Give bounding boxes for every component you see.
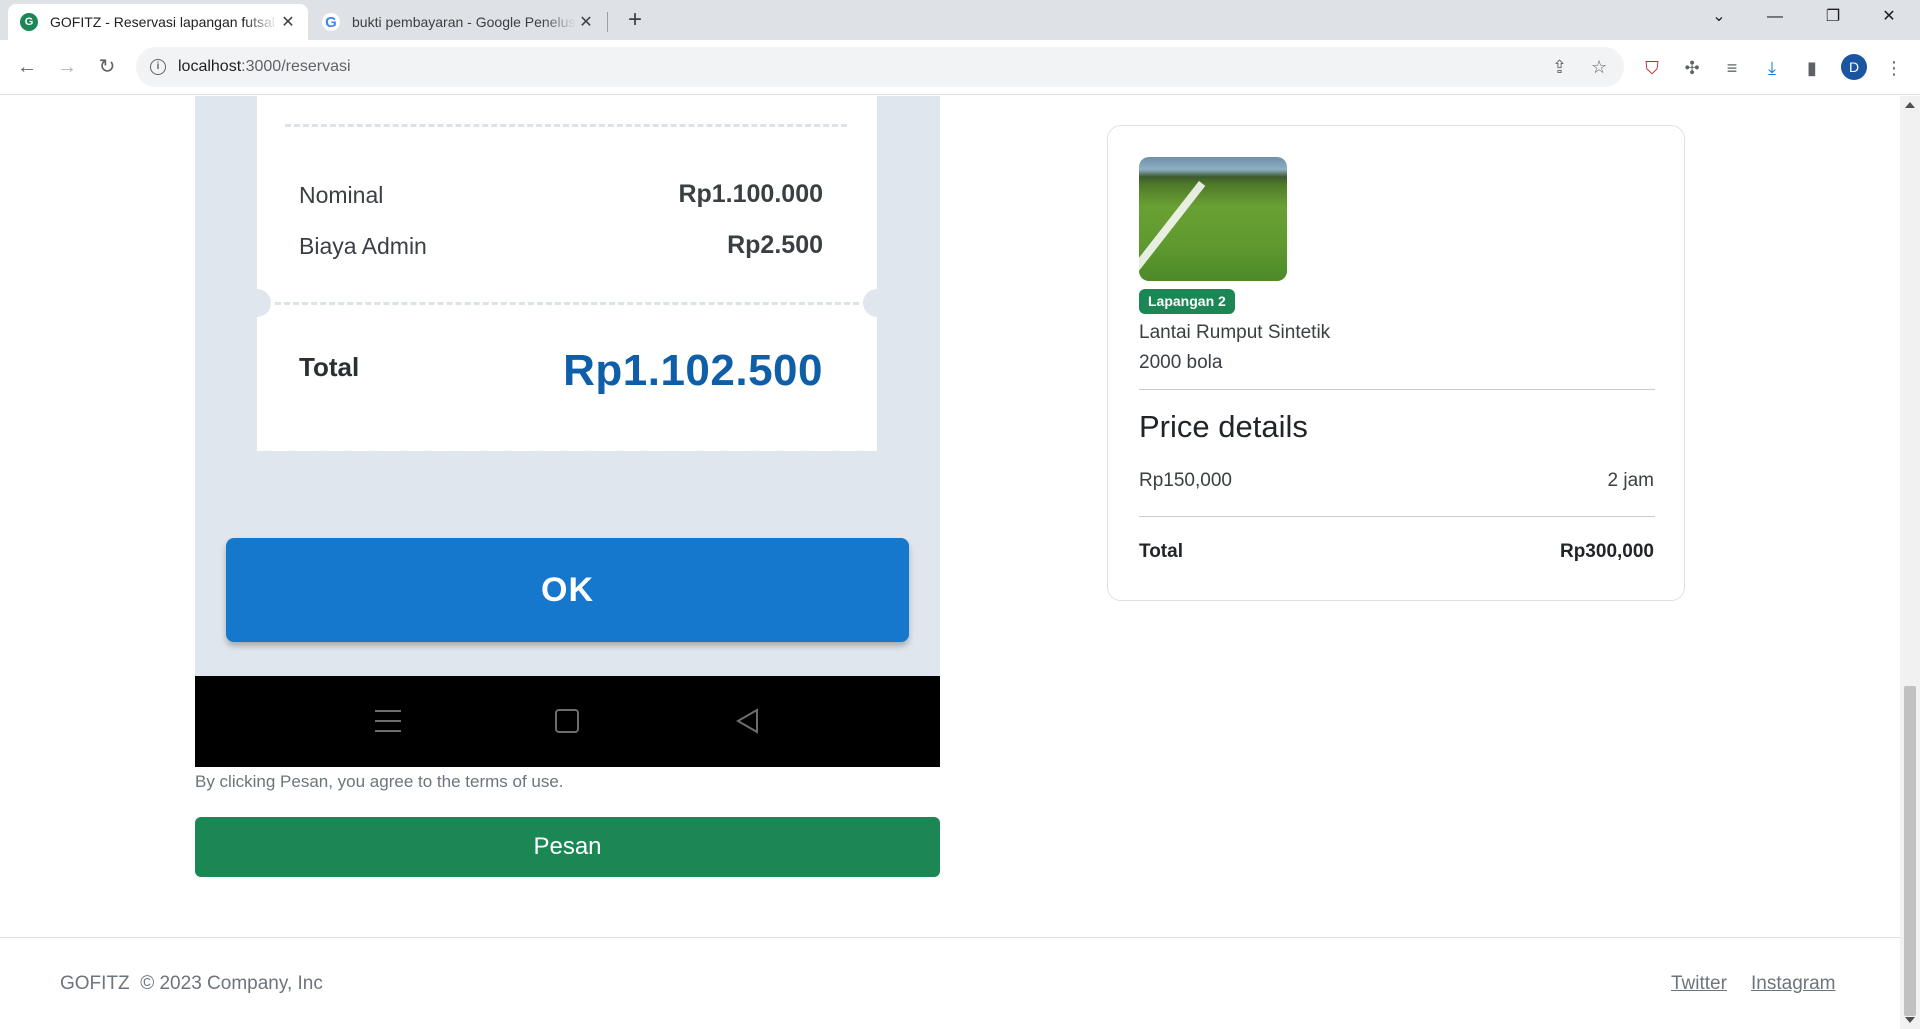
footer-copyright: GOFITZ © 2023 Company, Inc <box>60 973 323 994</box>
scroll-up-arrow-icon[interactable] <box>1905 102 1915 108</box>
page-scrollbar[interactable] <box>1900 96 1920 1029</box>
browser-tab-bar: G GOFITZ - Reservasi lapangan futsal ✕ G… <box>0 0 1920 40</box>
receipt-total-label: Total <box>299 352 360 382</box>
gofitz-favicon-icon: G <box>20 13 38 31</box>
field-name-badge: Lapangan 2 <box>1139 289 1235 314</box>
android-nav-bar <box>195 676 940 767</box>
side-panel-icon[interactable]: ▮ <box>1800 56 1824 80</box>
profile-avatar[interactable]: D <box>1841 54 1867 80</box>
admin-fee-label: Biaya Admin <box>299 233 427 259</box>
nominal-value: Rp1.100.000 <box>678 180 823 208</box>
card-divider <box>1139 389 1655 390</box>
terms-text: By clicking Pesan, you agree to the term… <box>195 772 564 791</box>
footer-divider <box>0 937 1900 938</box>
admin-fee-value: Rp2.500 <box>727 231 823 259</box>
google-favicon-icon: G <box>322 13 340 31</box>
receipt-notch <box>863 289 891 317</box>
restore-icon[interactable]: ❐ <box>1810 0 1856 34</box>
price-details-heading: Price details <box>1139 409 1308 444</box>
instagram-link[interactable]: Instagram <box>1751 973 1835 995</box>
url-path: :3000/reservasi <box>241 58 351 75</box>
duration-text: 2 jam <box>1607 470 1654 491</box>
share-icon[interactable]: ⇪ <box>1552 57 1567 78</box>
window-close-icon[interactable]: ✕ <box>1866 0 1912 34</box>
browser-toolbar: ← → ↻ i localhost:3000/reservasi ⇪ ☆ ⛉ ✣… <box>0 40 1920 95</box>
tab-gofitz[interactable]: G GOFITZ - Reservasi lapangan futsal ✕ <box>8 4 308 40</box>
tab-title: bukti pembayaran - Google Penelusuran <box>352 14 576 30</box>
extension-shield-icon[interactable]: ⛉ <box>1640 56 1664 80</box>
minimize-icon[interactable]: — <box>1752 0 1798 34</box>
page-viewport: Nominal Rp1.100.000 Biaya Admin Rp2.500 … <box>0 96 1900 1029</box>
receipt-total-value: Rp1.102.500 <box>563 346 823 395</box>
receipt-card: Nominal Rp1.100.000 Biaya Admin Rp2.500 … <box>243 96 891 459</box>
tab-divider <box>607 12 608 32</box>
address-bar[interactable]: i localhost:3000/reservasi ⇪ ☆ <box>136 47 1624 87</box>
back-triangle-icon <box>736 708 758 734</box>
field-photo <box>1139 157 1287 281</box>
card-divider <box>1139 516 1655 517</box>
receipt-notch <box>243 289 271 317</box>
scroll-down-arrow-icon[interactable] <box>1905 1017 1915 1023</box>
field-line <box>1139 181 1206 281</box>
ok-button-image: OK <box>226 538 909 642</box>
dashed-divider <box>285 124 847 127</box>
pesan-button[interactable]: Pesan <box>195 817 940 877</box>
home-square-icon <box>555 709 579 733</box>
scrollbar-thumb[interactable] <box>1904 686 1916 1016</box>
close-icon[interactable]: ✕ <box>576 12 596 32</box>
field-balls-text: 2000 bola <box>1139 352 1223 373</box>
tab-google-search[interactable]: G bukti pembayaran - Google Penelusuran … <box>310 4 606 40</box>
more-menu-icon[interactable]: ⋮ <box>1882 56 1906 80</box>
download-icon[interactable]: ⤓ <box>1760 56 1784 80</box>
nominal-label: Nominal <box>299 182 384 208</box>
bookmark-star-icon[interactable]: ☆ <box>1591 57 1607 78</box>
card-total-label: Total <box>1139 541 1183 562</box>
payment-proof-screenshot: Nominal Rp1.100.000 Biaya Admin Rp2.500 … <box>195 96 940 767</box>
tab-search-chevron-icon[interactable]: ⌄ <box>1696 0 1742 34</box>
field-summary-card: Lapangan 2 Lantai Rumput Sintetik 2000 b… <box>1107 125 1685 601</box>
card-total-value: Rp300,000 <box>1559 541 1654 562</box>
site-info-icon[interactable]: i <box>150 59 166 75</box>
media-queue-icon[interactable]: ≡ <box>1720 56 1744 80</box>
receipt-scalloped-edge <box>257 443 877 459</box>
reload-icon[interactable]: ↻ <box>90 50 124 84</box>
forward-arrow-icon[interactable]: → <box>50 50 84 84</box>
menu-icon <box>375 710 401 732</box>
twitter-link[interactable]: Twitter <box>1671 973 1727 995</box>
extensions-puzzle-icon[interactable]: ✣ <box>1680 56 1704 80</box>
new-tab-plus-icon[interactable]: + <box>621 6 649 34</box>
price-per-hour: Rp150,000 <box>1139 470 1232 491</box>
dashed-divider <box>275 302 859 305</box>
url-host: localhost <box>178 58 242 75</box>
url-text: localhost:3000/reservasi <box>178 58 351 76</box>
back-arrow-icon[interactable]: ← <box>10 50 44 84</box>
close-icon[interactable]: ✕ <box>278 12 298 32</box>
field-floor-text: Lantai Rumput Sintetik <box>1139 322 1331 343</box>
tab-title: GOFITZ - Reservasi lapangan futsal <box>50 14 275 30</box>
